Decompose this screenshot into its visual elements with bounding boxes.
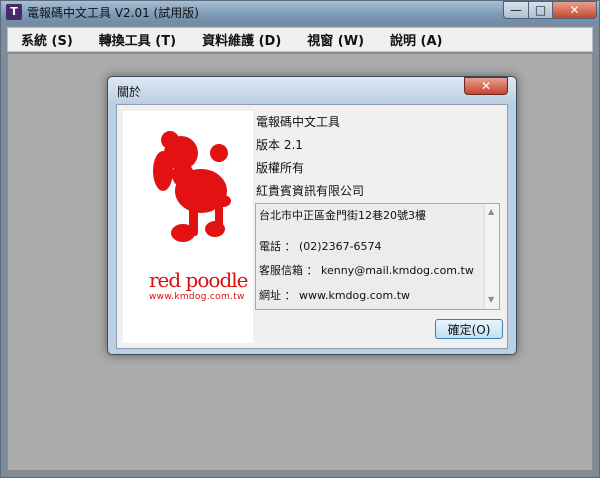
menu-convert-tools[interactable]: 轉換工具 (T) (86, 30, 189, 49)
dialog-body: red poodle www.kmdog.com.tw 電報碼中文工具 版本 2… (116, 104, 508, 349)
company-name: 紅貴賓資訊有限公司 (256, 184, 365, 198)
dialog-title-bar[interactable]: 關於 ✕ (108, 77, 516, 103)
product-name: 電報碼中文工具 (256, 115, 341, 129)
close-icon: ✕ (569, 3, 580, 17)
title-bar[interactable]: T 電報碼中文工具 V2.01 (試用版) — □ ✕ (1, 1, 599, 23)
minimize-button[interactable]: — (503, 1, 529, 19)
dialog-close-button[interactable]: ✕ (464, 77, 508, 95)
scroll-up-icon[interactable]: ▲ (488, 207, 494, 216)
maximize-icon: □ (534, 3, 547, 17)
menu-system[interactable]: 系統 (S) (8, 30, 86, 49)
version-text: 版本 2.1 (256, 138, 303, 152)
website-text: 網址 ： www.kmdog.com.tw (259, 289, 411, 302)
menu-help[interactable]: 說明 (A) (377, 30, 455, 49)
ok-button[interactable]: 確定(O) (435, 319, 503, 339)
maximize-button[interactable]: □ (528, 1, 553, 19)
close-button[interactable]: ✕ (552, 1, 597, 19)
company-logo: red poodle www.kmdog.com.tw (123, 111, 253, 343)
logo-url: www.kmdog.com.tw (149, 292, 245, 302)
about-dialog: 關於 ✕ red poodle www.kmdog.com.tw 電報碼中文工具… (107, 76, 517, 355)
minimize-icon: — (510, 3, 522, 17)
app-icon: T (6, 4, 22, 20)
copyright-text: 版權所有 (256, 161, 305, 175)
phone-text: 電話 ： (02)2367-6574 (259, 240, 382, 253)
menu-window[interactable]: 視窗 (W) (294, 30, 377, 49)
contact-info-box[interactable]: 台北市中正區金門街12巷20號3樓 電話 ： (02)2367-6574 客服信… (255, 203, 500, 310)
logo-text: red poodle (149, 268, 248, 292)
close-icon: ✕ (480, 79, 492, 93)
menu-data-maintenance[interactable]: 資料維護 (D) (189, 30, 294, 49)
scroll-down-icon[interactable]: ▼ (488, 295, 494, 304)
menu-bar: 系統 (S) 轉換工具 (T) 資料維護 (D) 視窗 (W) 說明 (A) (7, 27, 593, 52)
dialog-title: 關於 (117, 85, 142, 99)
contact-scrollbar[interactable]: ▲ ▼ (484, 204, 499, 309)
address-text: 台北市中正區金門街12巷20號3樓 (259, 209, 426, 222)
email-text: 客服信箱 ： kenny@mail.kmdog.com.tw (259, 264, 474, 277)
poodle-logo-icon (153, 131, 231, 242)
window-title: 電報碼中文工具 V2.01 (試用版) (27, 6, 199, 20)
